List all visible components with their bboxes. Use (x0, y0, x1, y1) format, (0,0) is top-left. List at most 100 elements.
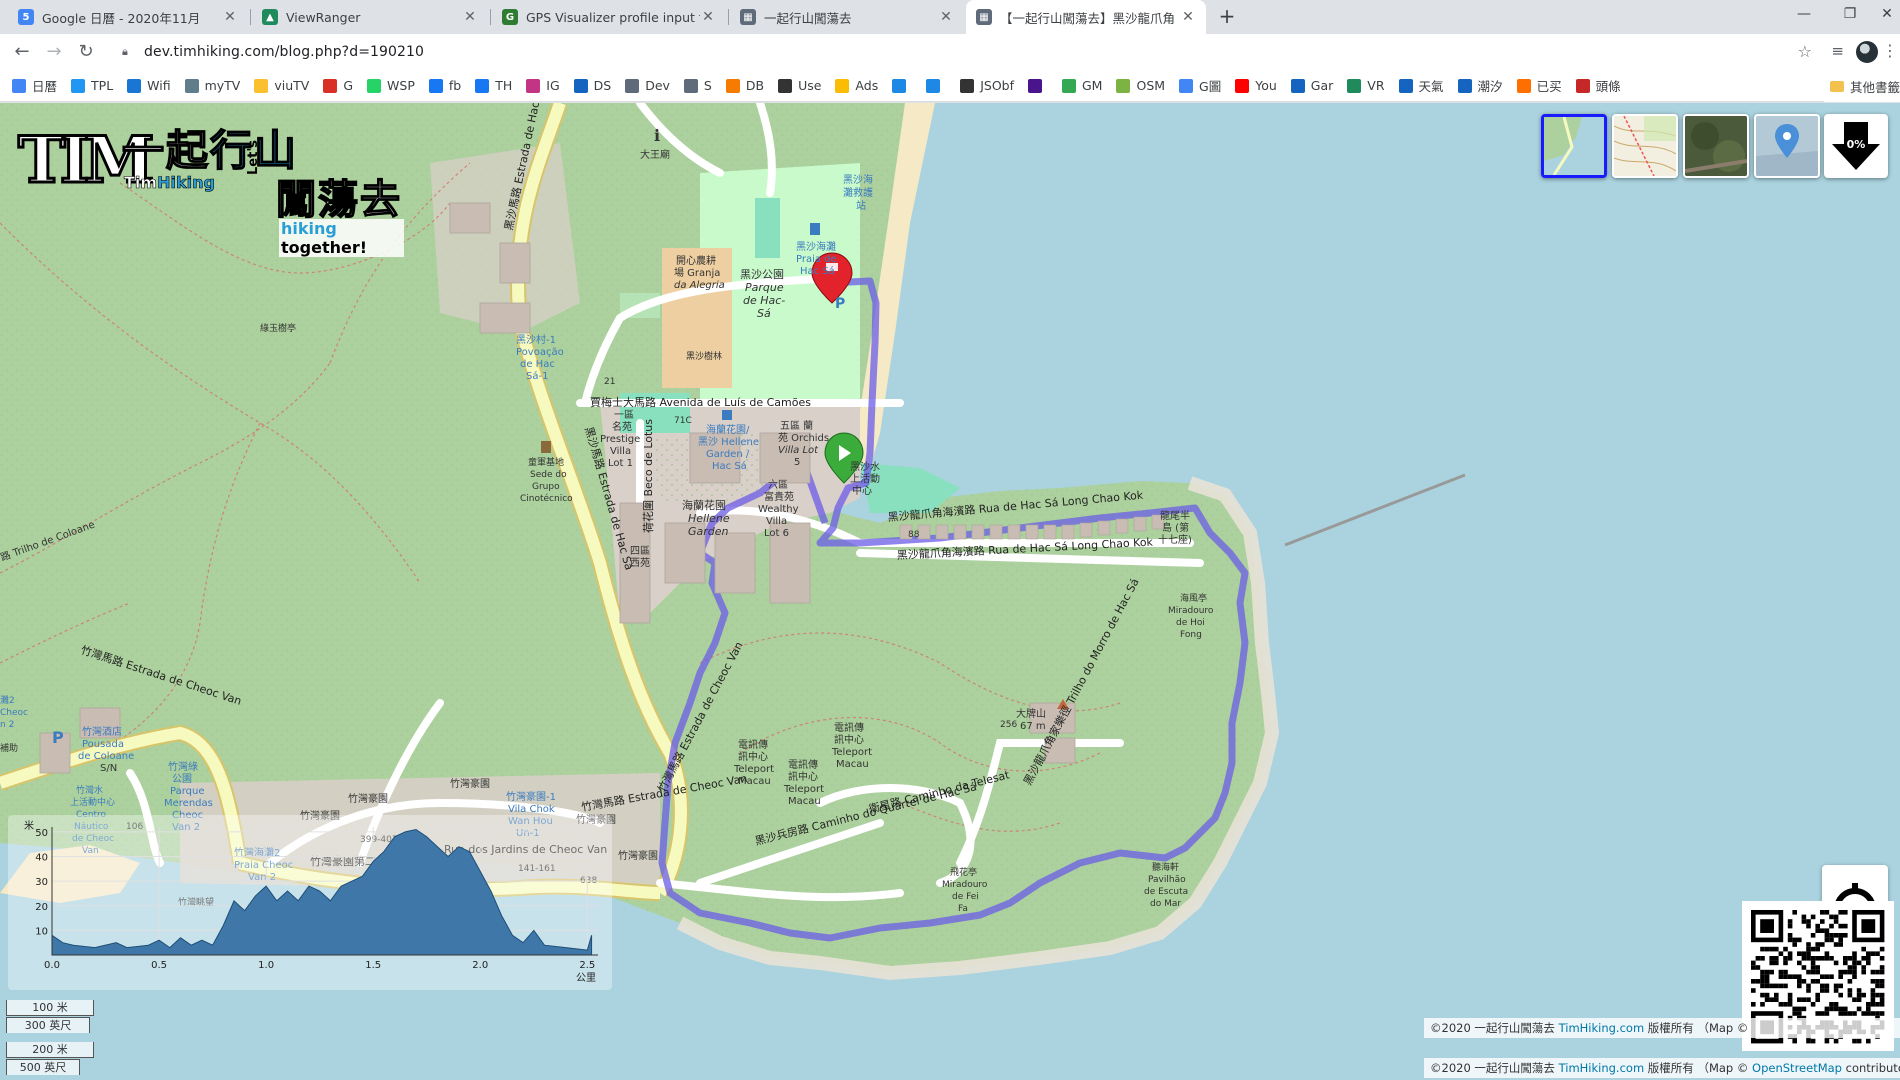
map-label: S/N (100, 763, 117, 774)
bookmark-item[interactable]: IG (526, 78, 560, 93)
close-icon[interactable]: ✕ (938, 9, 954, 25)
bookmark-item[interactable] (1028, 78, 1048, 93)
reading-list-icon[interactable]: ≡ (1831, 42, 1844, 60)
tab-timhiking-home[interactable]: ▦ 一起行山闖蕩去 ✕ (730, 0, 964, 34)
close-window-button[interactable]: ✕ (1874, 0, 1900, 30)
bookmark-item[interactable]: DB (725, 78, 764, 93)
bookmark-item[interactable]: 天氣 (1398, 76, 1444, 95)
map-label: Wealthy (758, 504, 799, 515)
map-thumbnail-icon (1544, 117, 1604, 175)
bookmark-item[interactable]: G (323, 78, 353, 93)
bookmark-favicon-icon (1516, 78, 1531, 93)
bookmark-item[interactable]: VR (1347, 78, 1385, 93)
bookmark-label: Dev (645, 78, 670, 93)
tab-google-calendar[interactable]: 5 Google 日曆 - 2020年11月 ✕ (8, 0, 248, 34)
minimize-button[interactable]: — (1782, 0, 1826, 30)
forward-button[interactable]: → (40, 38, 68, 66)
road-label: 荷花圍 Beco de Lotus (642, 419, 655, 533)
map-label: 電訊傳 (788, 758, 818, 771)
openstreetmap-link[interactable]: OpenStreetMap (1752, 1061, 1842, 1075)
profile-avatar[interactable] (1856, 41, 1878, 63)
bus-stop-icon (810, 223, 820, 235)
bookmark-star-icon[interactable]: ☆ (1798, 42, 1812, 61)
bookmark-item[interactable]: Wifi (127, 78, 171, 93)
map-label: Teleport (831, 747, 872, 758)
bookmark-favicon-icon (926, 78, 941, 93)
bookmark-item[interactable]: DS (573, 78, 611, 93)
bookmark-item[interactable]: GM (1062, 78, 1102, 93)
map-label: 訊中心 (788, 770, 818, 783)
close-icon[interactable]: ✕ (1180, 9, 1196, 25)
menu-icon[interactable]: ⋮ (1882, 41, 1898, 60)
tab-timhiking-hac-sa[interactable]: ▦ 【一起行山闖蕩去】黑沙龍爪角 ✕ (966, 0, 1206, 34)
bookmark-item[interactable]: 已买 (1516, 76, 1562, 95)
bookmark-item[interactable]: Use (778, 78, 821, 93)
bookmark-favicon-icon (573, 78, 588, 93)
map-label: de Hoi (1176, 618, 1205, 628)
bookmark-item[interactable]: JSObf (960, 78, 1014, 93)
layer-default-map-button[interactable] (1541, 114, 1607, 178)
bookmark-item[interactable]: Ads (835, 78, 878, 93)
bookmark-favicon-icon (367, 78, 382, 93)
map-label: 竹灣綠 (168, 760, 198, 773)
elevation-profile[interactable]: 10 20 30 40 50 0.0 0.5 1.0 1.5 2.0 2.5 米公里 (8, 815, 612, 990)
map-pin-icon (1756, 116, 1818, 176)
map-viewport[interactable]: ℹ P P 大王廟 黑沙海 灘救護 站 黑沙海灘 Praia de Hac Sá… (0, 103, 1900, 1080)
close-icon[interactable]: ✕ (700, 9, 716, 25)
bookmark-item[interactable]: Dev (625, 78, 670, 93)
tab-viewranger[interactable]: ▲ ViewRanger ✕ (252, 0, 488, 34)
close-icon[interactable]: ✕ (222, 9, 238, 25)
map-label: 灘救護 (843, 186, 873, 199)
tab-separator (250, 9, 251, 25)
bookmark-item[interactable]: TPL (71, 78, 113, 93)
tab-gps-visualizer[interactable]: G GPS Visualizer profile input form ✕ (492, 0, 726, 34)
map-label: 四區 (630, 545, 650, 557)
restore-button[interactable]: ❐ (1828, 0, 1872, 30)
svg-text:P: P (52, 728, 64, 747)
bookmark-item[interactable]: Gar (1290, 78, 1333, 93)
new-tab-button[interactable]: + (1215, 5, 1239, 29)
layer-topo-map-button[interactable] (1612, 114, 1678, 178)
bookmark-item[interactable]: S (683, 78, 712, 93)
bookmark-item[interactable]: WSP (367, 78, 415, 93)
y-tick-label: 20 (35, 902, 48, 913)
close-icon[interactable]: ✕ (462, 9, 478, 25)
y-tick-label: 40 (35, 853, 48, 864)
timhiking-link[interactable]: TimHiking.com (1559, 1061, 1645, 1075)
layer-satellite-button[interactable] (1683, 114, 1749, 178)
bookmark-item[interactable] (926, 78, 946, 93)
bookmark-label: TH (495, 78, 513, 93)
map-label: 一區 (614, 409, 634, 421)
map-label: 竹灣水 (76, 784, 103, 796)
bookmark-item[interactable]: myTV (184, 78, 240, 93)
map-label: 上活動中心 (70, 796, 115, 808)
elevation-chart[interactable]: 10 20 30 40 50 0.0 0.5 1.0 1.5 2.0 2.5 米公里 (8, 815, 612, 990)
timhiking-link[interactable]: TimHiking.com (1559, 1021, 1645, 1035)
elevation-area (51, 828, 593, 956)
url-text[interactable]: dev.timhiking.com/blog.php?d=190210 (144, 44, 424, 60)
bookmark-item[interactable]: fb (428, 78, 461, 93)
bookmark-item[interactable] (892, 78, 912, 93)
layer-marker-view-button[interactable] (1754, 114, 1820, 178)
bookmark-item[interactable]: OSM (1116, 78, 1165, 93)
timhiking-logo[interactable]: TIM 一起行山 TimHiking Let's 闖蕩去 hiking toge… (14, 115, 404, 257)
x-tick-label: 2.0 (472, 960, 488, 971)
bookmark-item[interactable]: 頭條 (1575, 76, 1621, 95)
reload-button[interactable]: ↻ (72, 38, 100, 66)
bookmark-item[interactable]: viuTV (254, 78, 309, 93)
bookmark-item[interactable]: G圖 (1179, 76, 1221, 95)
map-label: 島 (第 (1162, 521, 1189, 534)
address-bar[interactable]: 🔒︎ dev.timhiking.com/blog.php?d=190210 (110, 38, 1810, 66)
other-bookmarks-folder[interactable]: 其他書籤 (1823, 70, 1900, 102)
viewranger-icon: ▲ (262, 9, 278, 25)
bookmark-item[interactable]: You (1235, 78, 1277, 93)
pool (755, 198, 780, 258)
bookmark-favicon-icon (323, 78, 338, 93)
bookmark-label: S (703, 78, 712, 93)
bookmark-item[interactable]: 日曆 (12, 76, 57, 95)
map-label: Villa (766, 516, 787, 527)
bookmark-item[interactable]: TH (475, 78, 512, 93)
back-button[interactable]: ← (8, 38, 36, 66)
download-button[interactable]: 0% (1824, 114, 1888, 178)
bookmark-item[interactable]: 潮汐 (1457, 76, 1503, 95)
